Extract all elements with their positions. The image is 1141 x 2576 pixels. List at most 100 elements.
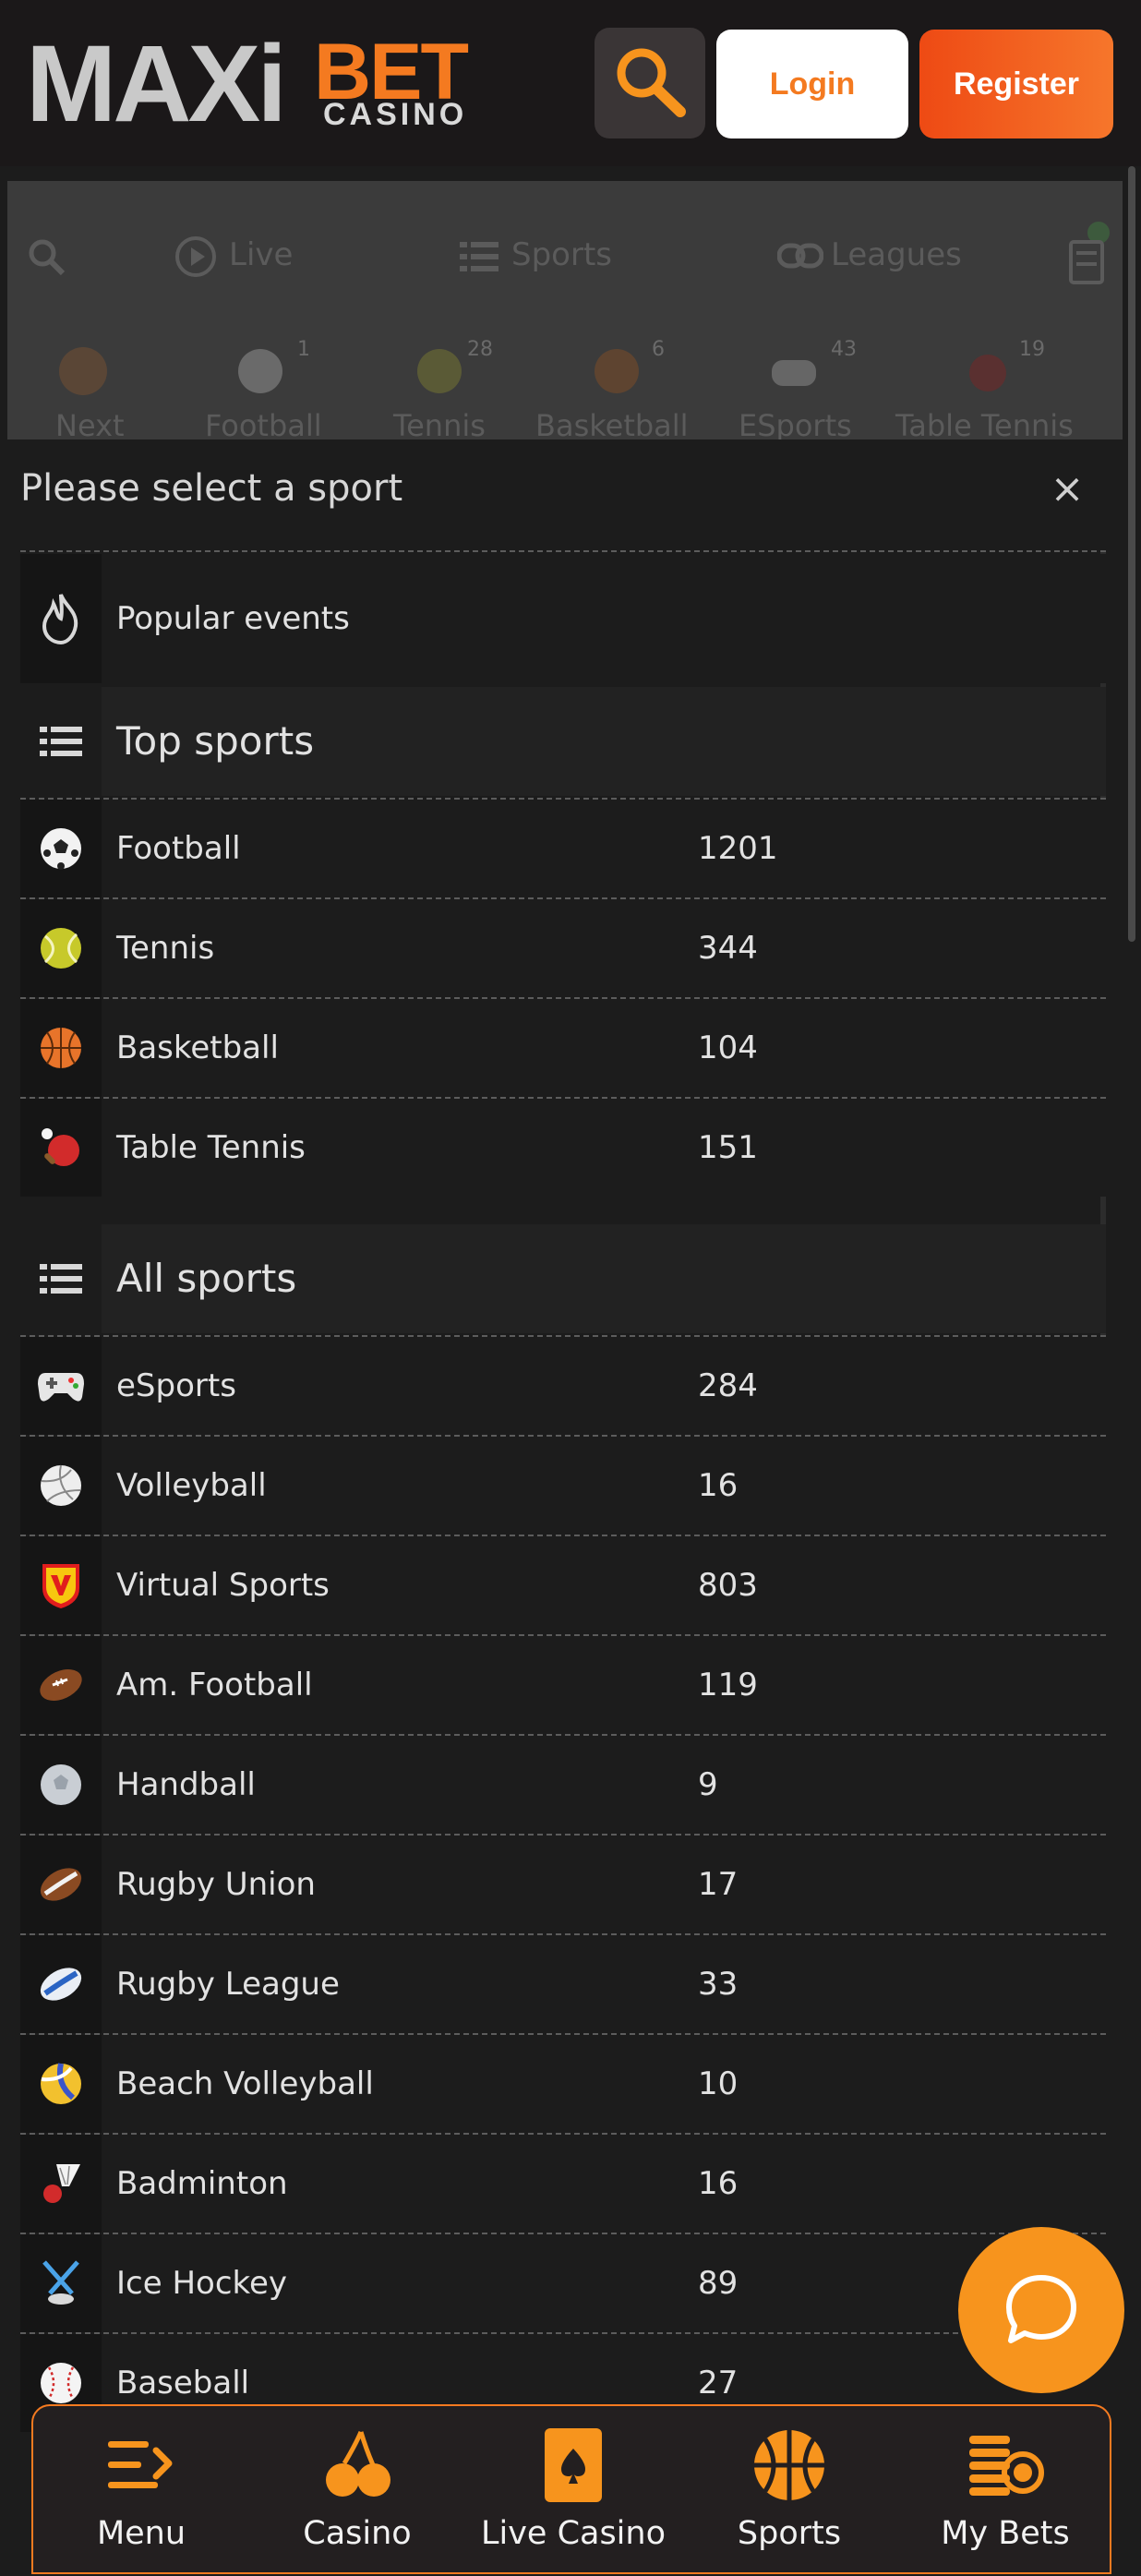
chip-label: ESports [739, 408, 852, 443]
gamepad-icon [38, 1373, 84, 1402]
chip-table-tennis[interactable]: 19 Table Tennis [895, 338, 1074, 443]
sport-row-virtual-sports[interactable]: Virtual Sports 803 [20, 1536, 1106, 1634]
list-icon [40, 1264, 82, 1294]
tennis-icon [41, 928, 81, 969]
american-football-icon [40, 1669, 82, 1701]
event-count: 151 [698, 1129, 758, 1166]
basketball-icon [595, 349, 639, 393]
chat-bubble-icon [1006, 2275, 1076, 2343]
list-icon [460, 242, 498, 271]
sport-row-volleyball[interactable]: Volleyball 16 [20, 1437, 1106, 1535]
sport-name: Volleyball [116, 1467, 267, 1504]
table-tennis-icon [969, 355, 1006, 391]
tennis-icon [417, 349, 462, 393]
chip-esports[interactable]: 43 ESports [739, 338, 857, 443]
chip-tennis[interactable]: 28 Tennis [393, 338, 493, 443]
football-icon [41, 828, 81, 870]
chip-count: 6 [652, 338, 665, 361]
sports-nav-background: Live Sports Leagues Next 1 Football 28 T… [7, 181, 1123, 443]
virtual-sports-icon [42, 1564, 79, 1608]
all-sports-header: All sports [20, 1224, 1106, 1333]
fire-icon [42, 594, 78, 644]
chip-label: Table Tennis [895, 408, 1074, 443]
rugby-league-icon [40, 1968, 82, 2001]
event-count: 284 [698, 1367, 758, 1404]
page-scrollbar[interactable] [1128, 166, 1135, 942]
link-icon [777, 243, 823, 269]
chip-label: Basketball [535, 408, 689, 443]
event-count: 1201 [698, 830, 778, 867]
sport-row-rugby-league[interactable]: Rugby League 33 [20, 1935, 1106, 2033]
login-button[interactable]: Login [716, 30, 908, 138]
nav-label: Casino [303, 2515, 412, 2552]
cherries-icon [326, 2431, 390, 2497]
drawer-title: Please select a sport [20, 467, 403, 510]
rugby-union-icon [40, 1868, 82, 1901]
sport-name: Basketball [116, 1029, 279, 1066]
sport-name: Am. Football [116, 1667, 313, 1703]
chip-count: 43 [831, 338, 857, 361]
nav-sports[interactable]: Sports [681, 2406, 897, 2576]
search-button[interactable] [595, 28, 705, 138]
nav-sports[interactable]: Sports [511, 236, 612, 273]
play-icon [175, 236, 216, 277]
football-icon [238, 349, 282, 393]
sport-row-table-tennis[interactable]: Table Tennis 151 [20, 1099, 1106, 1197]
nav-live-casino[interactable]: Live Casino [465, 2406, 681, 2576]
sport-row-beach-volleyball[interactable]: Beach Volleyball 10 [20, 2035, 1106, 2133]
chip-football[interactable]: 1 Football [205, 338, 322, 443]
sport-row-esports[interactable]: eSports 284 [20, 1337, 1106, 1435]
popular-events-label: Popular events [116, 600, 350, 637]
list-icon [40, 727, 82, 756]
logo-maxi-text: MAXi [26, 23, 287, 145]
live-chat-button[interactable] [958, 2227, 1124, 2393]
maxibet-casino-logo[interactable]: MAXi BET CASINO [26, 23, 478, 145]
sport-name: Ice Hockey [116, 2265, 288, 2302]
sport-row-ice-hockey[interactable]: Ice Hockey 89 [20, 2234, 1106, 2332]
sport-name: Tennis [116, 930, 215, 967]
nav-label: Live Casino [480, 2515, 667, 2552]
popular-events-row[interactable]: Popular events [20, 554, 1106, 683]
event-count: 344 [698, 930, 758, 967]
chip-count: 1 [297, 338, 310, 361]
sport-name: Rugby League [116, 1966, 340, 2003]
sport-name: Virtual Sports [116, 1567, 330, 1604]
sport-row-football[interactable]: Football 1201 [20, 800, 1106, 897]
nav-casino[interactable]: Casino [249, 2406, 465, 2576]
sport-row-am-football[interactable]: Am. Football 119 [20, 1636, 1106, 1734]
basketball-icon [754, 2430, 824, 2500]
chip-basketball[interactable]: 6 Basketball [535, 338, 689, 443]
register-button[interactable]: Register [919, 30, 1113, 138]
all-sports-label: All sports [116, 1256, 297, 1301]
sport-row-handball[interactable]: Handball 9 [20, 1736, 1106, 1834]
chip-next[interactable]: Next [55, 343, 125, 443]
ice-hockey-icon [42, 2260, 79, 2305]
divider [20, 550, 1106, 552]
event-count: 33 [698, 1966, 739, 2003]
sport-row-basketball[interactable]: Basketball 104 [20, 999, 1106, 1097]
event-count: 803 [698, 1567, 758, 1604]
sport-name: Handball [116, 1766, 256, 1803]
nav-live[interactable]: Live [229, 236, 293, 273]
ball-icon [59, 347, 107, 395]
sport-row-badminton[interactable]: Badminton 16 [20, 2135, 1106, 2233]
nav-my-bets[interactable]: My Bets [897, 2406, 1113, 2576]
search-icon[interactable] [26, 236, 66, 277]
event-count: 89 [698, 2265, 739, 2302]
sport-row-tennis[interactable]: Tennis 344 [20, 899, 1106, 997]
event-count: 17 [698, 1866, 739, 1903]
chip-label: Next [55, 408, 125, 443]
nav-menu[interactable]: Menu [33, 2406, 249, 2576]
close-icon[interactable]: × [1047, 469, 1087, 510]
nav-leagues[interactable]: Leagues [831, 236, 962, 273]
betslip-icon[interactable] [1065, 222, 1111, 286]
sport-name: eSports [116, 1367, 236, 1404]
sport-row-rugby-union[interactable]: Rugby Union 17 [20, 1836, 1106, 1933]
baseball-icon [41, 2363, 81, 2403]
bottom-navigation: Menu Casino Live Casino Sports My Bets [31, 2404, 1111, 2574]
event-count: 16 [698, 1467, 739, 1504]
logo-casino-text: CASINO [323, 97, 468, 132]
sport-name: Football [116, 830, 241, 867]
table-tennis-icon [42, 1128, 79, 1166]
chip-label: Tennis [393, 408, 486, 443]
